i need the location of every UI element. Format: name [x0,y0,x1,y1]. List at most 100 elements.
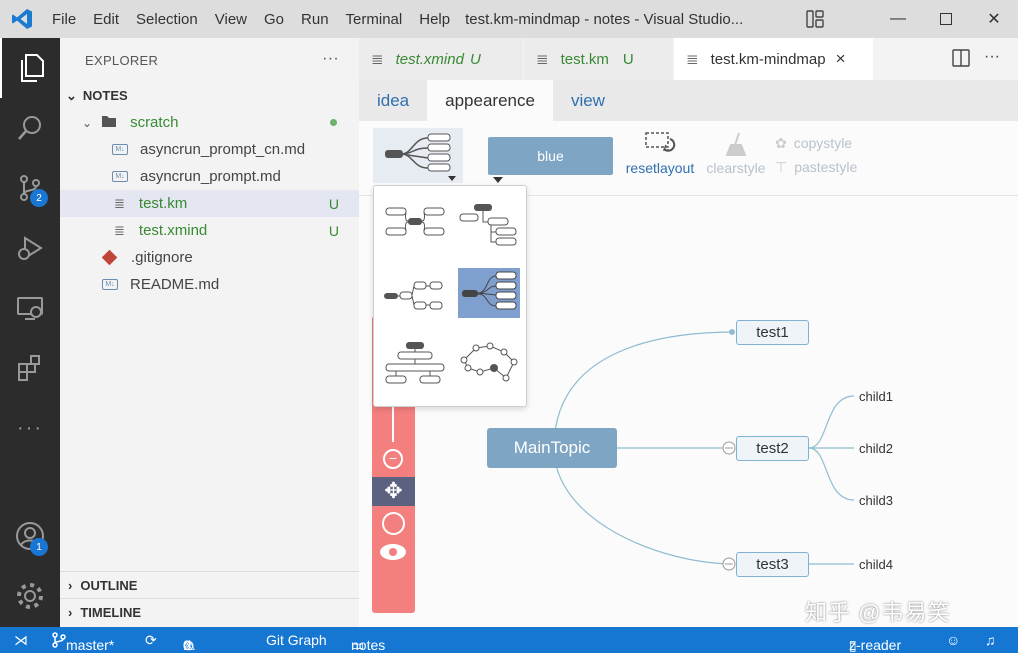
notifications-bell-icon[interactable]: ♫ [985,632,996,648]
layout-org-icon [385,342,445,384]
extensions-icon[interactable] [0,338,60,398]
section-title: NOTES [82,88,128,103]
untracked-status: U [328,222,339,239]
folder-row[interactable]: ⌄ scratch [60,109,359,136]
feedback-icon[interactable]: ☺ [946,632,960,648]
sync-icon[interactable]: ⟳ [145,632,157,649]
file-icon: ≣ [114,222,125,238]
menu-edit[interactable]: Edit [93,11,119,28]
account-icon[interactable]: 1 [0,506,60,566]
child-node[interactable]: child2 [859,441,893,456]
menu-terminal[interactable]: Terminal [346,11,403,28]
source-control-icon[interactable]: 2 [0,158,60,218]
file-label: asyncrun_prompt_cn.md [140,141,306,158]
folder-label: notes [351,637,386,653]
child-node[interactable]: child4 [859,557,893,572]
status-bar: ⋊ master* ⟳ ⊗ 0 ⚠ 0 Git Graph ▭ notes ▯ … [0,627,1018,653]
layout-tree-option[interactable] [458,196,520,246]
layout-free-icon [460,342,518,382]
locate-center-icon[interactable] [382,512,405,535]
tab-status: U [622,50,634,68]
layout-fish-icon [384,281,443,310]
markdown-icon: M↓ [112,171,128,182]
remote-icon[interactable]: ⋊ [14,632,28,649]
menu-view[interactable]: View [215,11,247,28]
file-row[interactable]: M↓ asyncrun_prompt.md [60,163,359,190]
branch-item[interactable]: master* [52,632,114,653]
markdown-icon: M↓ [102,279,118,290]
git-graph-button[interactable]: Git Graph [266,632,327,648]
timeline-section[interactable]: › TIMELINE [60,598,359,625]
branch-label: master* [66,637,115,653]
vscode-logo-icon [0,0,44,38]
tab-test-xmind[interactable]: ≣ test.xmind U [359,38,524,80]
zoom-out-icon[interactable]: − [383,449,403,469]
outline-section[interactable]: › OUTLINE [60,571,359,598]
child-node[interactable]: child3 [859,493,893,508]
main-topic-node[interactable]: MainTopic [487,428,617,468]
layout-mindmap-icon [385,207,445,236]
layout-org-option[interactable] [384,338,446,388]
tab-test-km[interactable]: ≣ test.km U [524,38,674,80]
menu-help[interactable]: Help [419,11,450,28]
markdown-icon: M↓ [112,144,128,155]
search-icon[interactable] [0,98,60,158]
file-icon: ≣ [114,195,125,211]
minimize-icon[interactable]: — [874,0,922,38]
git-icon [101,249,118,266]
topic-node[interactable]: test2 [736,436,809,461]
layout-mindmap-option[interactable] [384,196,446,246]
workspace-section[interactable]: ⌄ NOTES [60,82,359,109]
menu-file[interactable]: File [52,11,76,28]
maximize-icon[interactable] [922,0,970,38]
file-icon: ≣ [536,51,549,68]
folder-icon [102,114,117,131]
menu-run[interactable]: Run [301,11,329,28]
topic-node[interactable]: test1 [736,320,809,345]
menu-bar: File Edit Selection View Go Run Terminal… [52,11,467,28]
file-row[interactable]: .gitignore [60,244,359,271]
scm-badge: 2 [30,189,48,207]
file-row[interactable]: M↓ README.md [60,271,359,298]
tab-label: test.xmind [395,50,464,68]
settings-gear-icon[interactable] [0,566,60,626]
account-badge: 1 [30,538,48,556]
close-icon[interactable]: ✕ [970,0,1018,38]
layout-tree-icon [459,204,517,246]
file-row[interactable]: ≣ test.xmind U [60,217,359,244]
chevron-right-icon: › [68,604,73,620]
menu-selection[interactable]: Selection [136,11,198,28]
file-row[interactable]: M↓ asyncrun_prompt_cn.md [60,136,359,163]
menu-go[interactable]: Go [264,11,284,28]
watermark: 知乎 @韦易笑 [805,600,951,625]
layout-free-option[interactable] [458,338,520,388]
eye-icon[interactable] [380,544,406,560]
layout-right-icon [462,271,517,310]
tab-label: test.km-mindmap [710,50,826,68]
split-editor-icon[interactable] [952,49,970,70]
file-icon: ≣ [686,51,699,68]
more-actions-icon[interactable]: ··· [322,50,339,68]
title-bar: File Edit Selection View Go Run Terminal… [0,0,1018,38]
more-actions-icon[interactable]: ··· [984,48,1000,66]
chevron-right-icon: › [68,577,73,593]
tab-test-km-mindmap[interactable]: ≣ test.km-mindmap × [674,38,874,80]
editor-tab-strip: ≣ test.xmind U ≣ test.km U ≣ test.km-min… [359,38,1018,80]
activity-bar: 2 ··· 1 [0,38,60,627]
remote-explorer-icon[interactable] [0,278,60,338]
topic-node[interactable]: test3 [736,552,809,577]
move-icon[interactable]: ✥ [372,477,415,506]
close-tab-icon[interactable]: × [836,49,846,69]
file-label: README.md [130,276,220,293]
file-row[interactable]: ≣ test.km U [60,190,359,217]
file-label: test.xmind [138,222,208,239]
layout-icon[interactable] [806,10,824,31]
layout-fish-option[interactable] [384,268,446,318]
layout-right-option[interactable] [458,268,520,318]
run-debug-icon[interactable] [0,218,60,278]
explorer-title: EXPLORER [85,52,159,68]
explorer-icon[interactable] [0,38,60,98]
tab-status: U [469,50,481,68]
more-icon[interactable]: ··· [0,398,60,458]
child-node[interactable]: child1 [859,389,893,404]
